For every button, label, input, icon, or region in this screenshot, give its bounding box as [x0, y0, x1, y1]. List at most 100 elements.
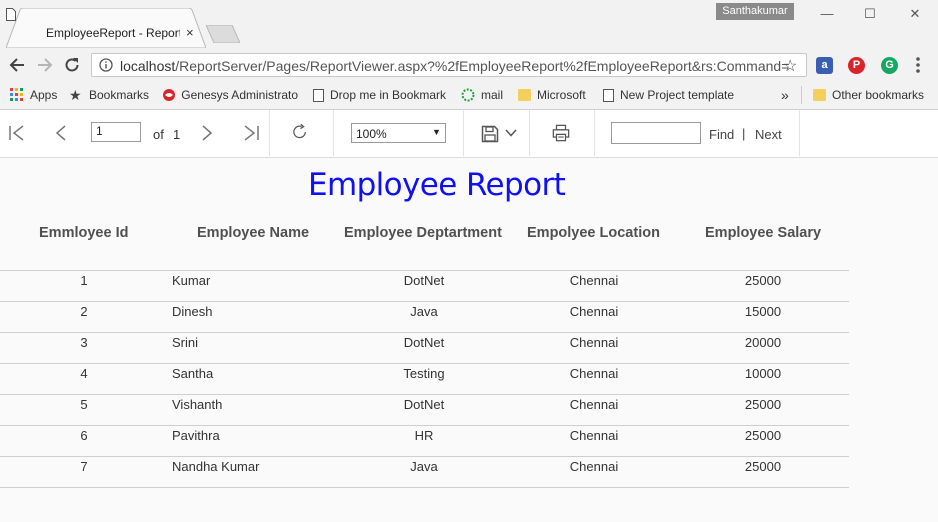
bookmark-label: New Project template — [620, 88, 735, 102]
info-icon[interactable] — [99, 58, 113, 72]
cell-department: Testing — [403, 366, 445, 381]
row-divider — [0, 425, 849, 426]
find-link[interactable]: Find — [709, 127, 734, 142]
maximize-icon[interactable]: ☐ — [856, 6, 884, 24]
print-icon[interactable] — [552, 124, 570, 142]
page-of-label: of — [153, 127, 164, 142]
cell-department: DotNet — [403, 397, 445, 412]
toolbar-divider — [799, 110, 800, 156]
cell-employee-id: 5 — [80, 397, 88, 412]
bookmark-label: Apps — [30, 88, 58, 102]
new-tab-button[interactable] — [206, 25, 240, 43]
tab-title: EmployeeReport - Report — [46, 26, 180, 40]
cell-department: Java — [410, 459, 438, 474]
column-header-department: Employee Deptartment — [344, 225, 502, 241]
cell-department: Java — [410, 304, 438, 319]
cell-location: Chennai — [569, 304, 619, 319]
bookmark-label: Microsoft — [537, 88, 586, 102]
browser-tab[interactable]: EmployeeReport - Report × — [6, 8, 206, 48]
cell-employee-name: Srini — [172, 335, 199, 350]
window-close-icon[interactable]: ✕ — [901, 6, 929, 24]
cell-salary: 10000 — [744, 366, 782, 381]
cell-salary: 20000 — [744, 335, 782, 350]
column-header-salary: Employee Salary — [705, 225, 822, 241]
find-separator: | — [742, 126, 746, 141]
cell-location: Chennai — [569, 428, 619, 443]
reload-icon[interactable] — [62, 55, 82, 75]
cell-location: Chennai — [569, 273, 619, 288]
extension-a-icon[interactable]: a — [816, 57, 833, 74]
cell-employee-name: Kumar — [172, 273, 211, 288]
previous-page-icon[interactable] — [52, 124, 70, 142]
row-divider — [0, 487, 849, 488]
cell-employee-name: Vishanth — [172, 397, 223, 412]
apps-grid-icon — [10, 88, 23, 101]
cell-salary: 25000 — [744, 273, 782, 288]
cell-department: DotNet — [403, 335, 445, 350]
folder-icon — [813, 89, 826, 101]
cell-location: Chennai — [569, 459, 619, 474]
cell-department: HR — [414, 428, 434, 443]
folder-icon — [518, 89, 531, 101]
bookmark-drop-me[interactable]: Drop me in Bookmark — [313, 86, 449, 104]
url-host: localhost — [120, 58, 176, 74]
first-page-icon[interactable] — [8, 124, 26, 142]
minimize-icon[interactable]: — — [813, 6, 841, 24]
bookmarks-divider — [801, 86, 802, 104]
cell-employee-id: 3 — [80, 335, 88, 350]
toolbar-divider — [594, 110, 595, 156]
next-link[interactable]: Next — [755, 127, 782, 142]
star-icon: ★ — [69, 87, 82, 103]
column-header-employee-id: Emmloyee Id — [39, 225, 129, 241]
cell-employee-id: 1 — [80, 273, 88, 288]
close-icon[interactable]: × — [186, 25, 194, 40]
zoom-value: 100% — [356, 127, 387, 141]
page-total: 1 — [173, 127, 181, 142]
mail-icon — [461, 88, 475, 102]
last-page-icon[interactable] — [242, 124, 260, 142]
bookmark-label: mail — [481, 88, 504, 102]
bookmark-mail[interactable]: mail — [461, 86, 503, 104]
refresh-icon[interactable] — [291, 123, 309, 141]
cell-employee-id: 7 — [80, 459, 88, 474]
save-icon[interactable] — [481, 125, 499, 143]
cell-employee-name: Pavithra — [172, 428, 220, 443]
toolbar-divider — [269, 110, 270, 156]
report-title: Employee Report — [308, 167, 566, 203]
bookmark-label: Other bookmarks — [832, 88, 925, 102]
genesys-icon — [163, 89, 175, 101]
bookmark-new-project[interactable]: New Project template — [603, 86, 739, 104]
toolbar-divider — [463, 110, 464, 156]
row-divider — [0, 332, 849, 333]
chevron-down-icon[interactable] — [505, 129, 517, 137]
bookmark-bookmarks[interactable]: ★ Bookmarks — [69, 86, 149, 104]
bookmark-genesys[interactable]: Genesys Administrato — [162, 86, 298, 104]
page-icon — [6, 8, 16, 21]
cell-salary: 25000 — [744, 459, 782, 474]
more-menu-icon[interactable] — [915, 56, 921, 74]
url-path: /ReportServer/Pages/ReportViewer.aspx?%2… — [175, 58, 790, 74]
bookmark-other[interactable]: Other bookmarks — [813, 86, 924, 104]
next-page-icon[interactable] — [198, 124, 216, 142]
bookmark-star-icon[interactable]: ☆ — [783, 56, 797, 76]
page-icon — [313, 88, 324, 102]
cell-department: DotNet — [403, 273, 445, 288]
cell-location: Chennai — [569, 397, 619, 412]
cell-salary: 25000 — [744, 428, 782, 443]
bookmark-apps[interactable]: Apps — [10, 86, 57, 104]
cell-employee-name: Santha — [172, 366, 214, 381]
cell-employee-name: Dinesh — [172, 304, 213, 319]
profile-chip[interactable]: Santhakumar — [716, 3, 794, 20]
grammarly-icon[interactable]: G — [881, 57, 898, 74]
cell-salary: 15000 — [744, 304, 782, 319]
pinterest-icon[interactable]: P — [848, 57, 865, 74]
back-arrow-icon[interactable] — [8, 55, 28, 75]
cell-location: Chennai — [569, 366, 619, 381]
page-number-input[interactable]: 1 — [91, 122, 141, 142]
bookmark-label: Drop me in Bookmark — [330, 88, 447, 102]
cell-salary: 25000 — [744, 397, 782, 412]
find-input[interactable] — [611, 122, 701, 144]
bookmarks-overflow-icon[interactable]: » — [781, 86, 789, 104]
forward-arrow-icon[interactable] — [34, 55, 54, 75]
bookmark-microsoft[interactable]: Microsoft — [518, 86, 586, 104]
